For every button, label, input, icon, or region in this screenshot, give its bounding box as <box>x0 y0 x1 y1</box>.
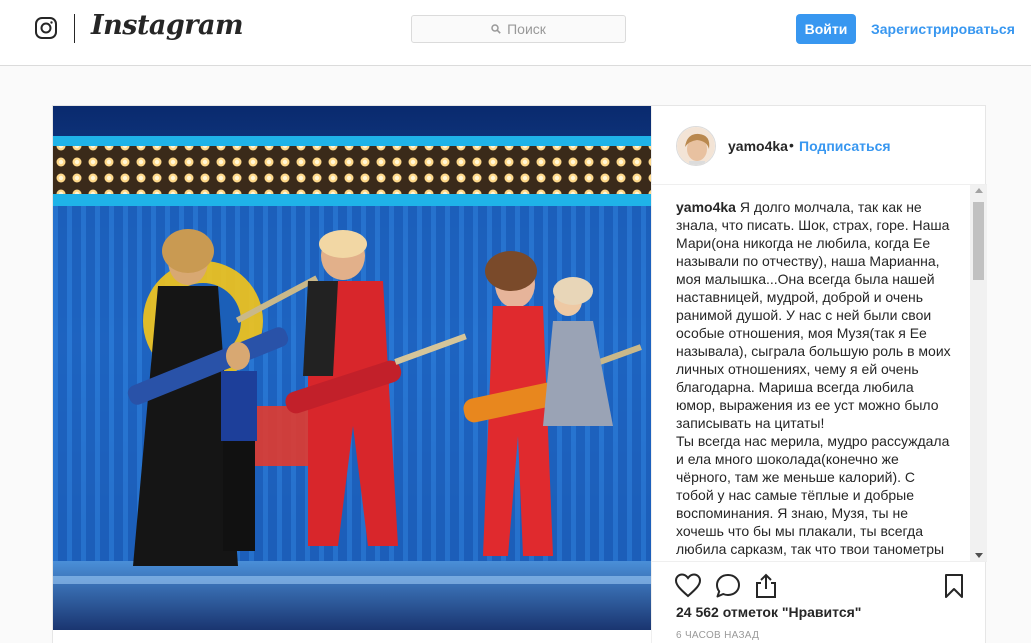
search-icon <box>491 21 507 37</box>
scroll-thumb[interactable] <box>973 202 984 280</box>
login-button[interactable]: Войти <box>796 14 856 44</box>
bookmark-icon[interactable] <box>940 572 968 600</box>
search-input[interactable]: Поиск <box>411 15 626 43</box>
search-placeholder: Поиск <box>507 21 546 37</box>
author-username[interactable]: yamo4ka <box>728 138 788 154</box>
scroll-up-arrow-icon[interactable] <box>975 188 983 193</box>
post-photo[interactable] <box>53 106 651 630</box>
top-navbar: Instagram Поиск Войти Зарегистрироваться <box>0 0 1031 66</box>
register-link[interactable]: Зарегистрироваться <box>871 21 1015 37</box>
logo-divider <box>74 14 75 43</box>
instagram-wordmark[interactable]: Instagram <box>91 10 244 41</box>
heart-icon[interactable] <box>674 572 702 600</box>
instagram-camera-icon[interactable] <box>35 17 57 39</box>
caption-scrollbar[interactable] <box>970 185 987 561</box>
comment-icon[interactable] <box>714 572 742 600</box>
likes-count[interactable]: 24 562 отметок "Нравится" <box>676 604 861 620</box>
caption-text-2: Ты всегда нас мерила, мудро рассуждала и… <box>676 433 950 557</box>
follow-button[interactable]: Подписаться <box>799 138 891 154</box>
caption-text: Я долго молчала, так как не знала, что п… <box>676 199 951 431</box>
avatar[interactable] <box>676 126 716 166</box>
post-header: yamo4ka • Подписаться <box>652 106 987 185</box>
post-timestamp[interactable]: 6 часов назад <box>676 630 759 641</box>
caption-username[interactable]: yamo4ka <box>676 199 736 215</box>
share-icon[interactable] <box>752 572 780 600</box>
post-side-panel: yamo4ka • Подписаться yamo4ka Я долго мо… <box>651 106 987 643</box>
post-caption: yamo4ka Я долго молчала, так как не знал… <box>676 198 952 558</box>
scroll-down-arrow-icon[interactable] <box>975 553 983 558</box>
separator-dot: • <box>789 137 794 153</box>
post-card: yamo4ka • Подписаться yamo4ka Я долго мо… <box>52 105 987 643</box>
